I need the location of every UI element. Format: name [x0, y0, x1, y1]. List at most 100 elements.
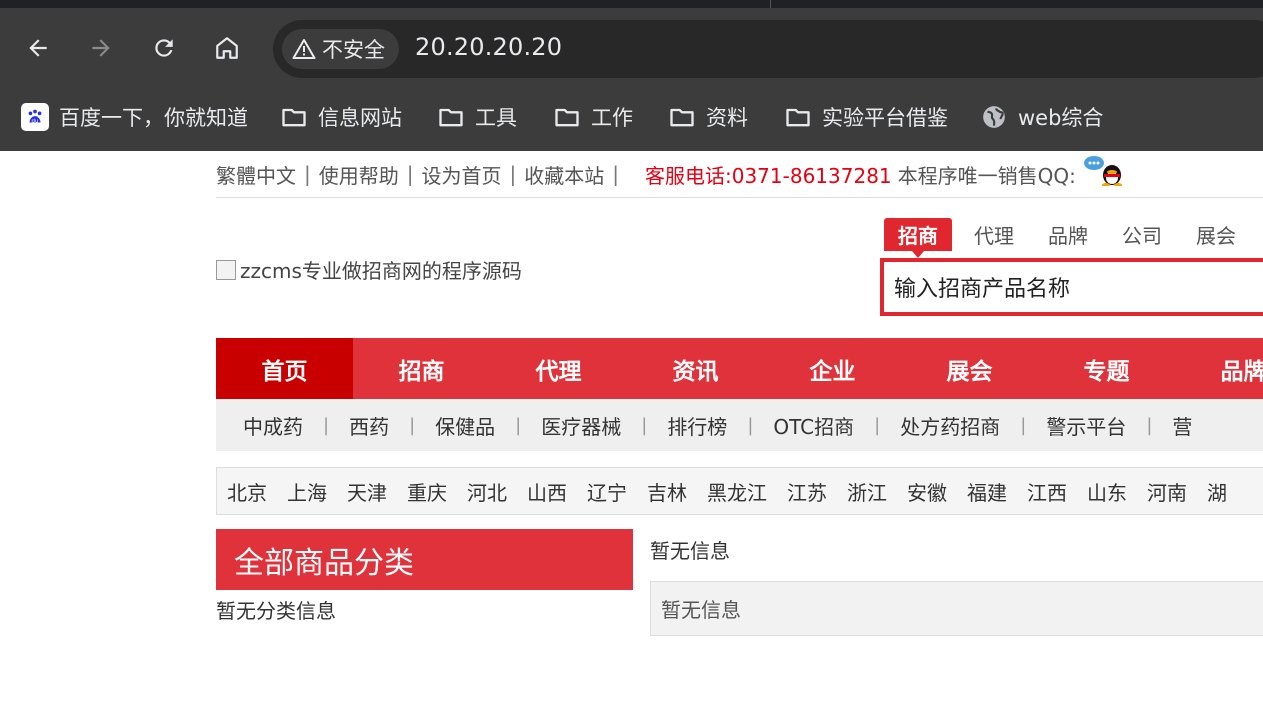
info-box: 暂无信息: [650, 581, 1263, 636]
subnav-item[interactable]: 排行榜: [667, 411, 727, 440]
folder-icon: [553, 103, 581, 131]
region-link[interactable]: 江苏: [787, 477, 827, 506]
subnav-item[interactable]: 中成药: [243, 411, 303, 440]
region-link[interactable]: 北京: [227, 477, 267, 506]
region-link[interactable]: 湖: [1207, 477, 1227, 506]
search-tab-zhaoshang[interactable]: 招商: [884, 217, 952, 258]
bookmark-folder-info-sites[interactable]: 信息网站: [280, 101, 402, 133]
link-bookmark-site[interactable]: 收藏本站: [524, 160, 604, 189]
forward-button[interactable]: [85, 32, 117, 64]
region-bar: 北京 上海 天津 重庆 河北 山西 辽宁 吉林 黑龙江 江苏 浙江 安徽 福建 …: [216, 467, 1263, 515]
divider: |: [304, 162, 311, 186]
back-button[interactable]: [22, 32, 54, 64]
bookmark-label: 工具: [475, 106, 517, 130]
subnav-item[interactable]: 警示平台: [1046, 411, 1126, 440]
reload-button[interactable]: [148, 32, 180, 64]
region-link[interactable]: 河南: [1147, 477, 1187, 506]
broken-image-icon: [216, 259, 236, 280]
hotline-text: 客服电话:0371-86137281: [645, 163, 892, 188]
nav-zhaoshang[interactable]: 招商: [353, 338, 490, 399]
region-link[interactable]: 山东: [1087, 477, 1127, 506]
divider: |: [509, 162, 517, 186]
category-subnav: 中成药 | 西药 | 保健品 | 医疗器械 | 排行榜 | OTC招商 | 处方药招商 | 警…: [216, 399, 1263, 451]
subnav-item[interactable]: 医疗器械: [541, 411, 621, 440]
region-link[interactable]: 上海: [287, 477, 327, 506]
folder-icon: [784, 103, 812, 131]
url-text[interactable]: 20.20.20.20: [415, 33, 562, 61]
region-link[interactable]: 安徽: [907, 477, 947, 506]
back-arrow-icon: [29, 39, 47, 57]
bookmark-folder-work[interactable]: 工作: [553, 101, 633, 133]
home-button[interactable]: [211, 32, 243, 64]
security-label: 不安全: [322, 38, 385, 62]
divider: |: [874, 414, 881, 436]
subnav-item[interactable]: OTC招商: [773, 411, 854, 440]
divider: |: [641, 414, 648, 436]
search-tab-daili[interactable]: 代理: [974, 220, 1014, 249]
region-link[interactable]: 河北: [467, 477, 507, 506]
nav-news[interactable]: 资讯: [627, 338, 764, 399]
search-tab-gongsi[interactable]: 公司: [1122, 220, 1162, 249]
folder-icon: [668, 103, 696, 131]
divider: |: [409, 414, 416, 436]
folder-icon: [437, 103, 465, 131]
bookmark-label: 资料: [706, 106, 748, 130]
region-link[interactable]: 天津: [347, 477, 387, 506]
nav-home[interactable]: 首页: [216, 338, 353, 399]
search-box: [880, 258, 1263, 316]
subnav-item[interactable]: 营: [1172, 411, 1192, 440]
qq-penguin-icon[interactable]: [1082, 154, 1126, 186]
subnav-item[interactable]: 处方药招商: [900, 411, 1000, 440]
subnav-item[interactable]: 西药: [349, 411, 389, 440]
browser-chrome: 不安全 20.20.20.20 du 百度一下，你就知道 信息网站 工具 工作 …: [0, 0, 1263, 151]
nav-special[interactable]: 专题: [1038, 338, 1175, 399]
address-bar[interactable]: 不安全 20.20.20.20: [273, 20, 1263, 78]
bookmarks-bar: du 百度一下，你就知道 信息网站 工具 工作 资料 实验平台借鉴 web综合: [0, 88, 1263, 151]
web-page: 繁體中文 | 使用帮助 | 设为首页 | 收藏本站 | 客服电话:0371-86…: [0, 151, 1263, 706]
nav-brand[interactable]: 品牌: [1175, 338, 1263, 399]
main-nav: 首页 招商 代理 资讯 企业 展会 专题 品牌: [216, 338, 1263, 399]
region-link[interactable]: 浙江: [847, 477, 887, 506]
subnav-item[interactable]: 保健品: [435, 411, 495, 440]
nav-company[interactable]: 企业: [764, 338, 901, 399]
security-chip[interactable]: 不安全: [282, 29, 399, 69]
categories-empty-text: 暂无分类信息: [216, 599, 336, 623]
link-set-homepage[interactable]: 设为首页: [422, 160, 502, 189]
search-type-tabs: 招商 代理 品牌 公司 展会: [884, 217, 1263, 258]
divider: |: [1020, 414, 1027, 436]
region-link[interactable]: 吉林: [647, 477, 687, 506]
region-link[interactable]: 江西: [1027, 477, 1067, 506]
nav-exhibition[interactable]: 展会: [901, 338, 1038, 399]
bookmark-label: 实验平台借鉴: [822, 106, 948, 130]
divider: |: [323, 414, 330, 436]
bookmark-web[interactable]: web综合: [980, 101, 1103, 133]
region-link[interactable]: 重庆: [407, 477, 447, 506]
bookmark-folder-lab[interactable]: 实验平台借鉴: [784, 101, 948, 133]
search-tab-zhanhui[interactable]: 展会: [1196, 220, 1236, 249]
site-logo[interactable]: zzcms专业做招商网的程序源码: [216, 255, 522, 284]
bookmark-label: 信息网站: [318, 106, 402, 130]
link-help[interactable]: 使用帮助: [319, 160, 399, 189]
info-empty-text: 暂无信息: [650, 539, 730, 563]
bookmark-folder-materials[interactable]: 资料: [668, 101, 748, 133]
reload-icon: [155, 39, 173, 57]
nav-daili[interactable]: 代理: [490, 338, 627, 399]
divider: |: [406, 162, 414, 186]
bookmark-label: web综合: [1018, 106, 1104, 130]
bookmark-baidu[interactable]: du 百度一下，你就知道: [21, 101, 248, 133]
bookmark-label: 百度一下，你就知道: [59, 106, 248, 130]
link-traditional-chinese[interactable]: 繁體中文: [216, 160, 296, 189]
region-link[interactable]: 山西: [527, 477, 567, 506]
qq-sales-text: 本程序唯一销售QQ:: [897, 163, 1076, 188]
browser-toolbar: 不安全 20.20.20.20: [0, 8, 1263, 88]
home-icon: [216, 37, 238, 59]
region-link[interactable]: 辽宁: [587, 477, 627, 506]
region-link[interactable]: 黑龙江: [707, 477, 767, 506]
search-tab-pinpai[interactable]: 品牌: [1048, 220, 1088, 249]
region-link[interactable]: 福建: [967, 477, 1007, 506]
baidu-icon: du: [21, 103, 49, 131]
bookmark-label: 工作: [591, 106, 633, 130]
search-input[interactable]: [884, 262, 1263, 312]
bookmark-folder-tools[interactable]: 工具: [437, 101, 517, 133]
top-link-bar: 繁體中文 | 使用帮助 | 设为首页 | 收藏本站 | 客服电话:0371-86…: [216, 151, 1263, 198]
